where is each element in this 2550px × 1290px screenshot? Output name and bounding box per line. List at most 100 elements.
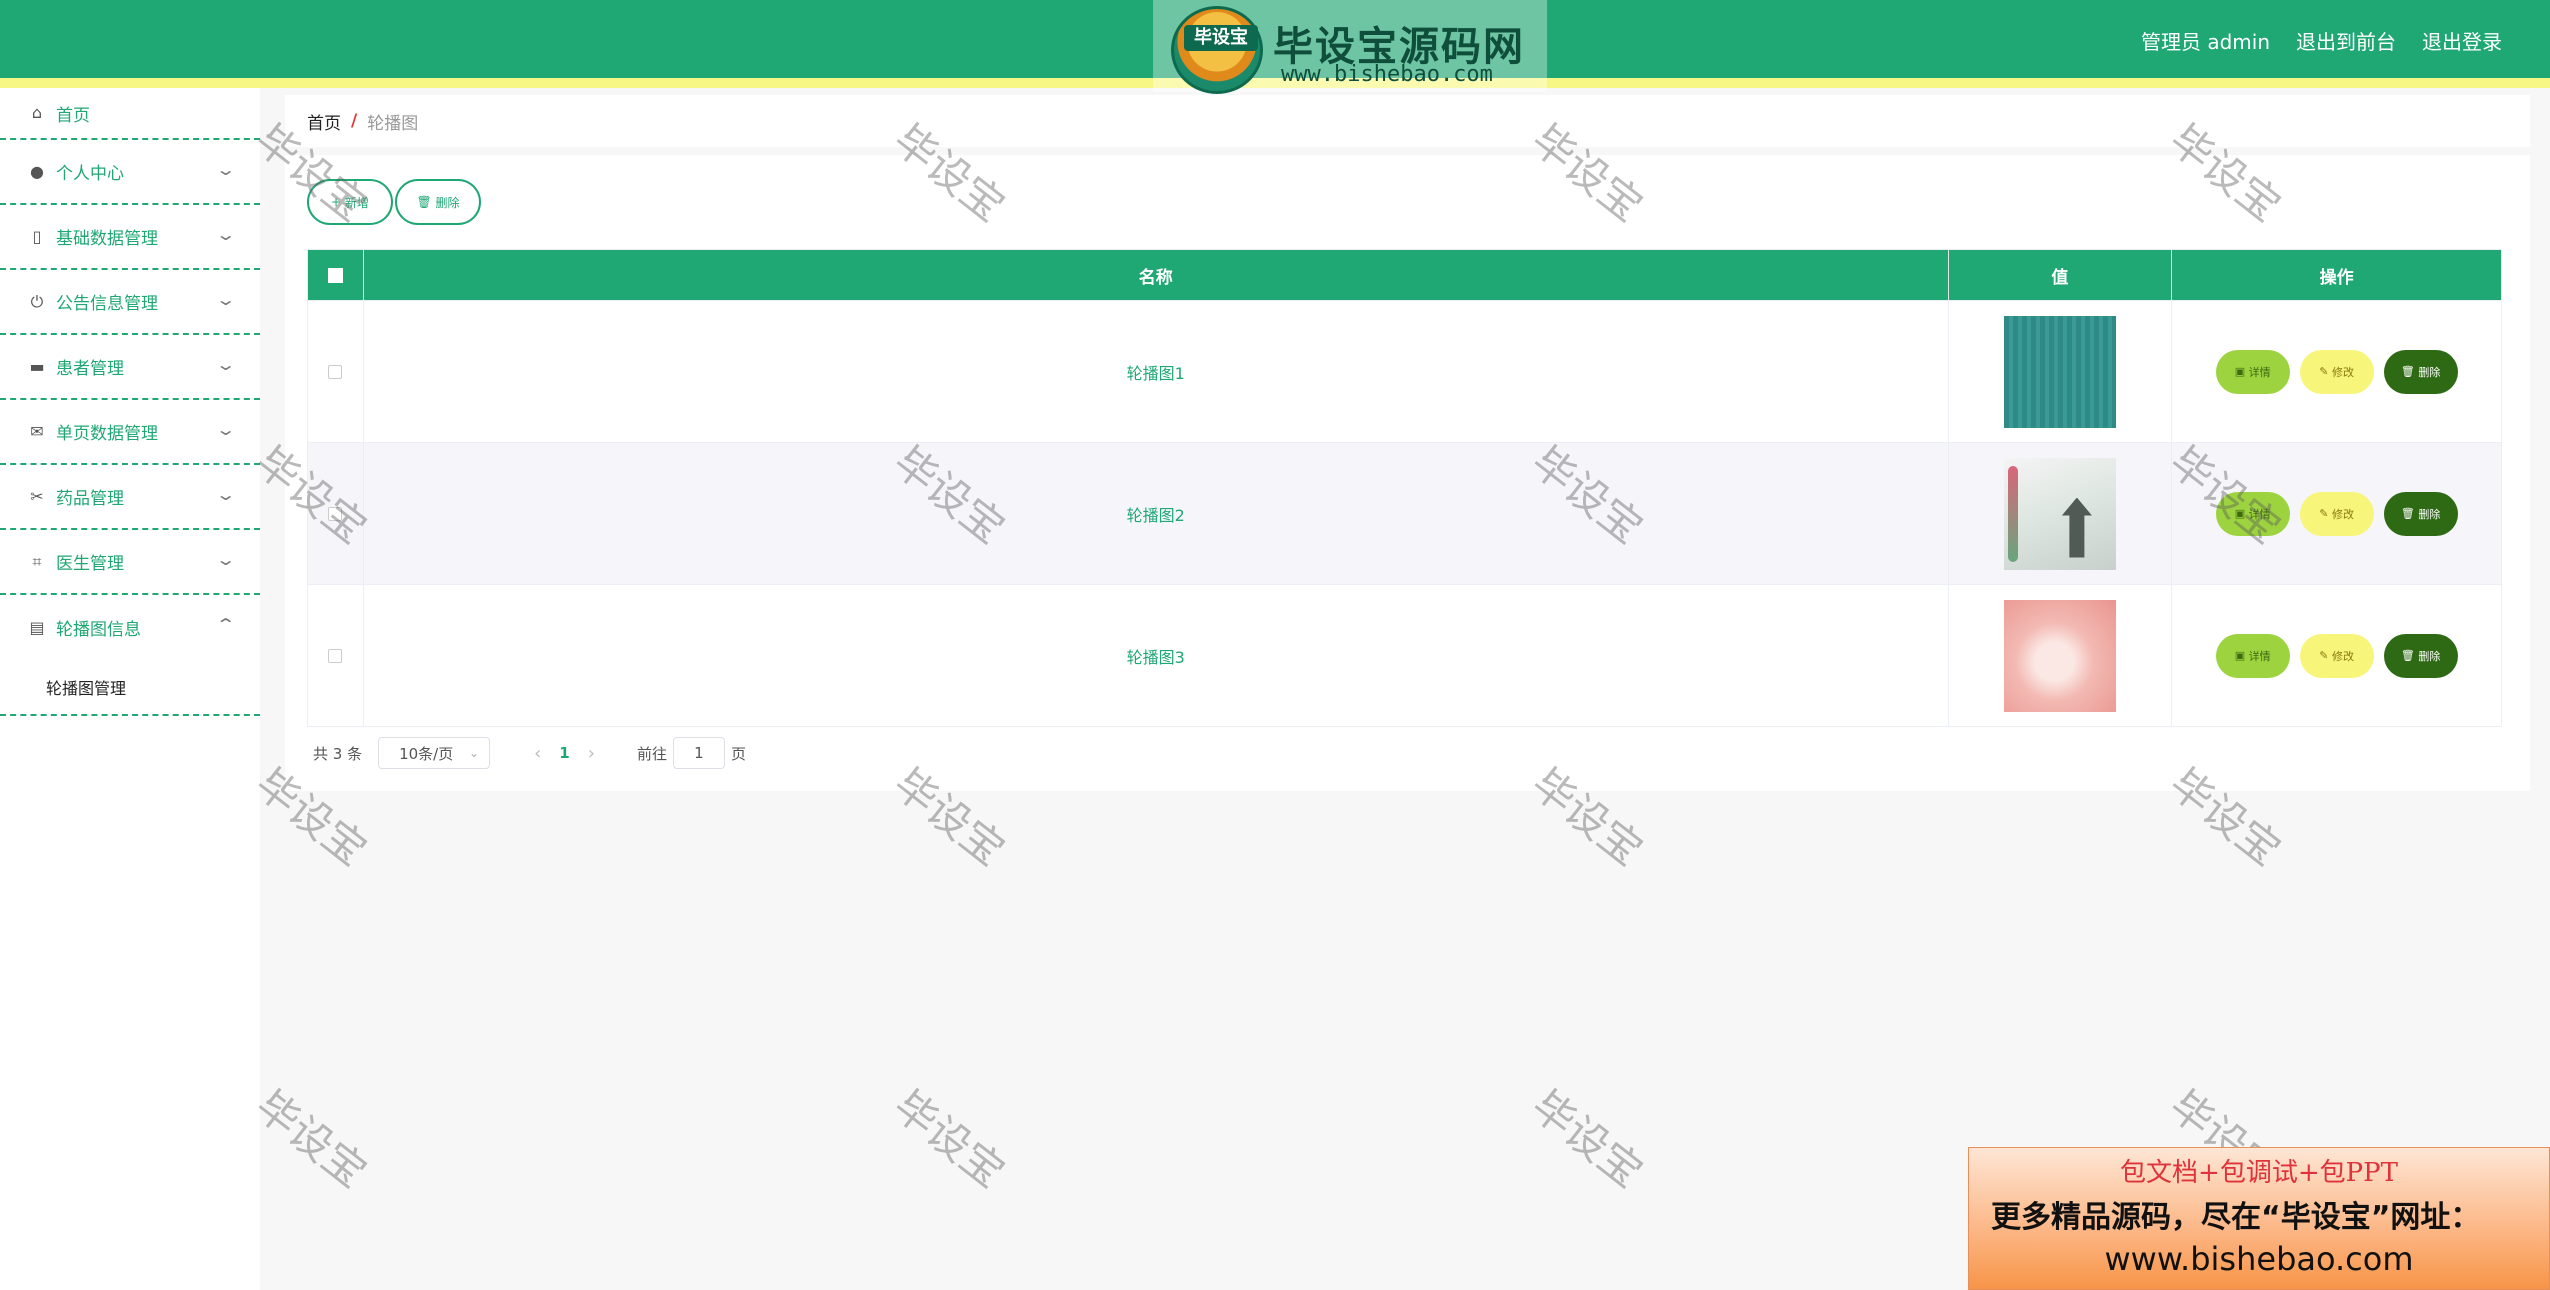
sidebar-item-single-page[interactable]: ✉ 单页数据管理 ⌄ <box>0 400 260 465</box>
detail-button[interactable]: ▣ 详情 <box>2215 633 2290 678</box>
carousel-image-thumbnail[interactable] <box>2003 599 2116 712</box>
chevron-down-icon: ⌄ <box>214 485 237 504</box>
row-checkbox[interactable] <box>328 648 343 663</box>
name-cell: 轮播图1 <box>364 301 1949 442</box>
promo-banner[interactable]: 包文档+包调试+包PPT 更多精品源码，尽在“毕设宝”网址： www.bishe… <box>1968 1147 2550 1290</box>
delete-button[interactable]: 🗑 删除 <box>2383 633 2458 678</box>
sidebar-item-basic-data[interactable]: ▯ 基础数据管理 ⌄ <box>0 205 260 270</box>
detail-button[interactable]: ▣ 详情 <box>2215 349 2290 394</box>
sidebar-item-label: 单页数据管理 <box>56 424 158 444</box>
exit-to-front-link[interactable]: 退出到前台 <box>2296 26 2396 55</box>
home-icon: ⌂ <box>31 103 43 122</box>
row-select-cell <box>308 301 364 442</box>
sidebar-item-label: 医生管理 <box>56 554 124 574</box>
sidebar-item-doctors[interactable]: ⌗ 医生管理 ⌄ <box>0 530 260 595</box>
name-cell: 轮播图3 <box>364 585 1949 726</box>
carousel-name: 轮播图2 <box>1126 505 1185 525</box>
logout-link[interactable]: 退出登录 <box>2422 26 2502 55</box>
edit-button[interactable]: ✎ 修改 <box>2299 349 2374 394</box>
actions-cell: ▣ 详情 ✎ 修改 🗑 删除 <box>2172 443 2501 584</box>
trash-icon: 🗑 <box>416 195 436 209</box>
header-links: 管理员 admin 退出到前台 退出登录 <box>2141 26 2502 55</box>
promo-url: www.bishebao.com <box>2104 1240 2414 1278</box>
table-header: 名称 值 操作 <box>308 250 2501 300</box>
delete-button-label: 删除 <box>435 195 460 210</box>
detail-button[interactable]: ▣ 详情 <box>2215 491 2290 536</box>
edit-icon: ✎ <box>2319 507 2332 520</box>
power-icon: ⏻ <box>30 291 44 311</box>
value-cell <box>1949 301 2173 442</box>
pagination-total: 共 3 条 <box>313 744 363 763</box>
name-cell: 轮播图2 <box>364 443 1949 584</box>
promo-line-2: 更多精品源码，尽在“毕设宝”网址： <box>1991 1200 2481 1235</box>
mail-icon: ✉ <box>30 421 44 441</box>
detail-label: 详情 <box>2248 365 2271 379</box>
logo-badge: 毕设宝 <box>1184 25 1258 51</box>
goto-page-input[interactable] <box>672 737 725 769</box>
watermark-text: 毕设宝 <box>884 1080 1014 1197</box>
edit-button[interactable]: ✎ 修改 <box>2299 491 2374 536</box>
sidebar-item-patients[interactable]: ▬ 患者管理 ⌄ <box>0 335 260 400</box>
sidebar-item-label: 公告信息管理 <box>56 294 158 314</box>
pagination: 共 3 条 10条/页 ⌄ ‹ 1 › 前往 页 <box>313 737 746 769</box>
row-checkbox[interactable] <box>328 506 343 521</box>
breadcrumb-home[interactable]: 首页 <box>307 109 341 134</box>
trash-icon: 🗑 <box>2400 365 2419 378</box>
table-row: 轮播图1 ▣ 详情 ✎ 修改 🗑 删除 <box>308 300 2501 442</box>
monitor-icon: ▬ <box>29 356 45 376</box>
row-select-cell <box>308 585 364 726</box>
edit-icon: ✎ <box>2319 365 2332 378</box>
batch-delete-button[interactable]: 🗑 删除 <box>395 179 481 225</box>
table-row: 轮播图2 ▣ 详情 ✎ 修改 🗑 删除 <box>308 442 2501 584</box>
value-cell <box>1949 585 2173 726</box>
sidebar-subitem-carousel-manage[interactable]: 轮播图管理 <box>0 660 260 716</box>
delete-label: 删除 <box>2418 649 2441 663</box>
sidebar-item-home[interactable]: ⌂ 首页 <box>0 88 260 140</box>
goto-suffix: 页 <box>730 744 746 763</box>
trash-icon: 🗑 <box>2400 649 2419 662</box>
toolbar: + 新增 🗑 删除 <box>307 179 481 225</box>
page-number[interactable]: 1 <box>559 744 569 762</box>
edit-button[interactable]: ✎ 修改 <box>2299 633 2374 678</box>
detail-icon: ▣ <box>2234 507 2249 520</box>
sidebar-item-label: 患者管理 <box>56 359 124 379</box>
edit-label: 修改 <box>2332 649 2354 663</box>
logo-emblem-icon: 毕设宝 <box>1171 6 1263 94</box>
column-header-actions: 操作 <box>2319 267 2354 288</box>
prev-page-icon[interactable]: ‹ <box>534 743 541 764</box>
table-row: 轮播图3 ▣ 详情 ✎ 修改 🗑 删除 <box>308 584 2501 726</box>
detail-icon: ▣ <box>2234 365 2249 378</box>
breadcrumb-current: 轮播图 <box>367 113 419 134</box>
delete-button[interactable]: 🗑 删除 <box>2383 349 2458 394</box>
detail-label: 详情 <box>2248 649 2271 663</box>
sidebar-item-label: 首页 <box>56 105 90 126</box>
admin-user-label: 管理员 admin <box>2140 30 2270 54</box>
page-size-select[interactable]: 10条/页 ⌄ <box>378 737 491 769</box>
edit-icon: ✎ <box>2319 649 2332 662</box>
add-button[interactable]: + 新增 <box>307 179 393 225</box>
detail-label: 详情 <box>2248 507 2271 521</box>
chevron-down-icon: ⌄ <box>214 160 237 179</box>
sidebar-item-label: 基础数据管理 <box>56 229 158 249</box>
site-logo-watermark: 毕设宝 毕设宝源码网 www.bishebao.com <box>1153 0 1547 94</box>
sidebar-item-profile[interactable]: ● 个人中心 ⌄ <box>0 140 260 205</box>
row-checkbox[interactable] <box>328 364 343 379</box>
page-size-value: 10条/页 <box>399 744 454 763</box>
carousel-image-thumbnail[interactable] <box>2003 315 2116 428</box>
add-button-label: 新增 <box>344 195 369 210</box>
select-all-checkbox[interactable] <box>327 267 343 283</box>
sidebar-item-medicine[interactable]: ✂ 药品管理 ⌄ <box>0 465 260 530</box>
carousel-image-thumbnail[interactable] <box>2003 457 2116 570</box>
next-page-icon[interactable]: › <box>588 743 595 764</box>
goto-prefix: 前往 <box>636 744 667 763</box>
edit-label: 修改 <box>2332 507 2354 521</box>
delete-label: 删除 <box>2418 365 2441 379</box>
plus-icon: + <box>331 195 345 209</box>
sidebar-item-label: 药品管理 <box>56 489 124 509</box>
delete-button[interactable]: 🗑 删除 <box>2383 491 2458 536</box>
detail-icon: ▣ <box>2234 649 2249 662</box>
sidebar-item-carousel[interactable]: ▤ 轮播图信息 ⌃ <box>0 595 260 660</box>
delete-label: 删除 <box>2418 507 2441 521</box>
sidebar-item-notice[interactable]: ⏻ 公告信息管理 ⌄ <box>0 270 260 335</box>
carousel-table: 名称 值 操作 轮播图1 ▣ 详情 ✎ 修改 🗑 删除 轮播图2 ▣ 详情 ✎ … <box>307 249 2502 727</box>
